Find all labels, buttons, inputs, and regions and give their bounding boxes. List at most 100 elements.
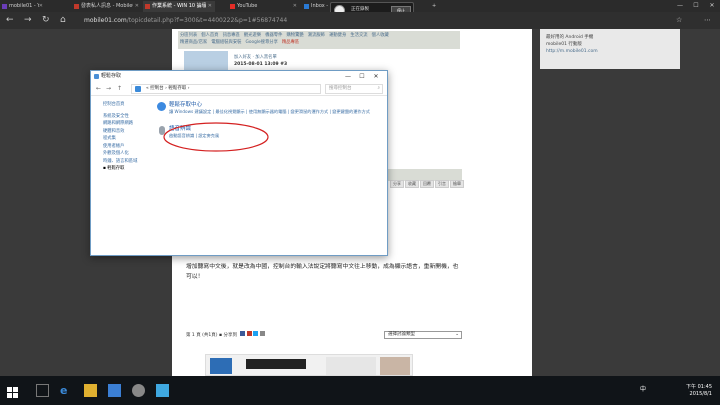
close-window-icon[interactable]: ✕ — [704, 0, 720, 12]
address-bar: ← → ↻ ⌂ mobile01.com/topicdetail.php?f=3… — [0, 12, 720, 29]
nav-link[interactable]: 分區列表 — [180, 33, 197, 38]
nav-link[interactable]: 運動健身 — [329, 33, 346, 38]
nav-link[interactable]: 購物驚艷 — [286, 33, 303, 38]
inbox-favicon-icon — [304, 4, 309, 9]
mobile-site-link[interactable]: http://m.mobile01.com — [546, 48, 674, 55]
close-tab-icon[interactable]: ✕ — [208, 1, 212, 12]
store-icon[interactable] — [108, 384, 121, 397]
forward-icon[interactable]: → — [24, 15, 32, 26]
facebook-share-icon[interactable] — [240, 331, 246, 336]
file-explorer-icon[interactable] — [84, 384, 97, 397]
nav-link[interactable]: 訊息專區 — [223, 33, 240, 38]
post-action-tags: 分享 收藏 回覆 引言 檢舉 — [390, 170, 465, 189]
report-tag[interactable]: 檢舉 — [450, 180, 464, 188]
nav-control-panel-home[interactable]: 控制台首頁 — [103, 101, 163, 109]
taskbar: e 中 下午 01:45 2015/8/1 — [0, 376, 720, 405]
window-controls: — ☐ ✕ — [341, 71, 383, 82]
minimize-icon[interactable]: — — [672, 0, 688, 12]
url-field[interactable]: mobile01.com/topicdetail.php?f=300&t=440… — [84, 15, 287, 26]
task-view-icon[interactable] — [36, 384, 49, 397]
nav-clock-language[interactable]: 時鐘、語言和區域 — [103, 158, 163, 166]
chevron-down-icon: ⌄ — [455, 332, 459, 337]
nav-link[interactable]: 個人收藏 — [372, 33, 389, 38]
user-actions[interactable]: 加入好友 · 加入黑名單 — [234, 54, 277, 60]
mobile01-favicon-icon — [74, 4, 79, 9]
nav-network[interactable]: 網路和網際網路 — [103, 120, 163, 128]
explorer-nav-bar: ← → ↑ « 控制台 › 輕鬆存取 › 搜尋控制台 ⌕ — [91, 82, 387, 96]
tab-win10-forum[interactable]: 作業系統 - WIN 10 論壇 ✕ — [143, 1, 215, 12]
pager: 第 1 頁 (共1頁) ▪ 分享到 — [186, 331, 265, 338]
ease-of-access-sub-links[interactable]: 讓 Windows 建議設定 | 最佳化視覺顯示 | 使用無顯示器的電腦 | 變… — [169, 109, 379, 116]
nav-programs[interactable]: 程式集 — [103, 135, 163, 143]
close-tab-icon[interactable]: ✕ — [135, 1, 139, 12]
post-time: 2015-08-01 13:09 #3 — [234, 62, 288, 67]
nav-ease-of-access[interactable]: ▪ 輕鬆存取 — [103, 165, 163, 173]
nav-link[interactable]: 個人首頁 — [201, 33, 218, 38]
red-circle-annotation — [163, 122, 269, 152]
close-tab-icon[interactable]: ✕ — [293, 1, 297, 12]
control-panel-window: 輕鬆存取 — ☐ ✕ ← → ↑ « 控制台 › 輕鬆存取 › 搜尋控制台 ⌕ 控制… — [90, 70, 388, 256]
nav-link[interactable]: 精選商品/店家 — [180, 40, 207, 45]
nav-hardware-sound[interactable]: 硬體和音效 — [103, 128, 163, 136]
quote-tag[interactable]: 引言 — [435, 180, 449, 188]
menu-icon[interactable]: ⋯ — [704, 15, 711, 26]
left-nav: 控制台首頁 系統及安全性 網路和網際網路 硬體和音效 程式集 使用者帳戶 外觀及… — [103, 101, 163, 173]
ease-of-access-center-link[interactable]: 輕鬆存取中心 — [169, 101, 379, 109]
search-input[interactable]: 搜尋控制台 ⌕ — [325, 84, 383, 94]
forum-nav-links: 分區列表 個人首頁 訊息專區 觀光遊樂 機器零件 購物驚艷 潮流服飾 運動健身 … — [180, 32, 460, 46]
reading-view-icon[interactable]: ☆ — [676, 15, 682, 26]
amex-logo-icon — [210, 358, 232, 374]
yahoo-favicon-icon — [2, 4, 7, 9]
tab-yahoo[interactable]: mobile01 - Yahoo奇摩 搜尋結果 ✕ — [0, 1, 46, 12]
start-icon[interactable] — [6, 384, 19, 398]
back-icon[interactable]: ← — [6, 15, 14, 26]
home-icon[interactable]: ⌂ — [60, 15, 66, 26]
mobile-ad-image — [326, 357, 376, 375]
reply-tag[interactable]: 回覆 — [420, 180, 434, 188]
refresh-icon[interactable]: ↻ — [42, 15, 50, 26]
up-icon[interactable]: ↑ — [117, 84, 122, 94]
window-controls: — ☐ ✕ — [672, 0, 720, 12]
new-tab-button[interactable]: + — [430, 1, 440, 12]
search-icon: ⌕ — [377, 86, 380, 91]
close-button[interactable]: ✕ — [369, 71, 383, 82]
app-icon[interactable] — [132, 384, 145, 397]
edge-icon[interactable]: e — [60, 384, 73, 397]
tab-youtube[interactable]: YouTube ✕ — [228, 1, 300, 12]
control-panel-taskbar-icon[interactable] — [156, 384, 169, 397]
nav-system-security[interactable]: 系統及安全性 — [103, 113, 163, 121]
nav-link[interactable]: 精品專區 — [282, 40, 299, 45]
maximize-button[interactable]: ☐ — [355, 71, 369, 82]
minimize-button[interactable]: — — [341, 71, 355, 82]
email-share-icon[interactable] — [259, 331, 265, 336]
nav-link[interactable]: 潮流服飾 — [308, 33, 325, 38]
nav-link[interactable]: 電腦組裝與安裝 — [211, 40, 241, 45]
twitter-share-icon[interactable] — [253, 331, 259, 336]
favorite-tag[interactable]: 收藏 — [405, 180, 419, 188]
control-panel-icon — [94, 74, 99, 79]
nav-link[interactable]: 生活交流 — [350, 33, 367, 38]
window-title: 輕鬆存取 — [101, 73, 122, 79]
person-ad-image — [380, 357, 410, 375]
share-tag[interactable]: 分享 — [390, 180, 404, 188]
nav-link[interactable]: 機器零件 — [265, 33, 282, 38]
sort-select[interactable]: 選擇討論類型 ⌄ — [384, 331, 462, 339]
nav-link[interactable]: Google搜尋分享 — [246, 40, 278, 45]
close-tab-icon[interactable]: ✕ — [39, 1, 43, 12]
ease-of-access-center-section: 輕鬆存取中心 讓 Windows 建議設定 | 最佳化視覺顯示 | 使用無顯示器… — [157, 101, 379, 116]
right-sidebar: 最好用的 Android 手機 mobile01 行動版 http://m.mo… — [534, 29, 720, 376]
tab-private-message[interactable]: 發表私人訊息 - Mobile01 ✕ — [72, 1, 142, 12]
banner-ad[interactable] — [205, 354, 413, 376]
breadcrumb[interactable]: « 控制台 › 輕鬆存取 › — [131, 84, 321, 94]
forward-icon[interactable]: → — [106, 84, 111, 94]
nav-link[interactable]: 觀光遊樂 — [244, 33, 261, 38]
nav-appearance[interactable]: 外觀及個人化 — [103, 150, 163, 158]
maximize-icon[interactable]: ☐ — [688, 0, 704, 12]
nav-user-accounts[interactable]: 使用者帳戶 — [103, 143, 163, 151]
input-language-indicator[interactable]: 中 — [640, 384, 646, 393]
clock[interactable]: 下午 01:45 2015/8/1 — [686, 384, 712, 398]
back-icon[interactable]: ← — [96, 84, 101, 94]
plurk-share-icon[interactable] — [246, 331, 252, 336]
control-panel-icon — [135, 86, 141, 92]
youtube-favicon-icon — [230, 4, 235, 9]
